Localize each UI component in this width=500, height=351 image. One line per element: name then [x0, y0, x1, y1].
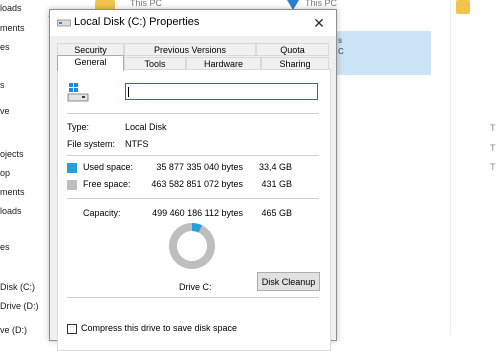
dialog-title: Local Disk (C:) Properties [74, 16, 200, 28]
tab-general[interactable]: General [57, 55, 124, 71]
drive-icon [57, 19, 71, 27]
tab-quota[interactable]: Quota [256, 43, 329, 56]
nav-item[interactable]: Drive (D:) [0, 301, 39, 311]
nav-item[interactable]: es [0, 242, 10, 252]
free-space-size: 431 GB [261, 179, 292, 189]
this-pc-label: This PC [130, 0, 163, 8]
capacity-label: Capacity: [83, 208, 121, 218]
free-space-swatch [67, 180, 77, 190]
disk-usage-donut [169, 223, 215, 269]
drive-label: Drive C: [179, 282, 212, 292]
column-text: T [490, 162, 496, 172]
selected-item-text: s [338, 36, 342, 45]
text-caret [128, 87, 129, 97]
used-space-label: Used space: [83, 162, 134, 172]
nav-item[interactable]: op [0, 168, 10, 178]
divider [67, 297, 319, 298]
drive-icon [67, 83, 89, 102]
nav-item[interactable]: ve (D:) [0, 325, 27, 335]
used-space-swatch [67, 163, 77, 173]
type-label: Type: [67, 122, 90, 132]
nav-item[interactable]: Disk (C:) [0, 282, 35, 292]
used-space-bytes: 35 877 335 040 bytes [156, 162, 243, 172]
capacity-bytes: 499 460 186 112 bytes [152, 208, 243, 218]
file-system-label: File system: [67, 139, 116, 149]
disk-cleanup-button[interactable]: Disk Cleanup [257, 272, 320, 291]
free-space-label: Free space: [83, 179, 131, 189]
file-system-value: NTFS [125, 139, 149, 149]
properties-dialog: Local Disk (C:) Properties ✕ Security Pr… [49, 9, 337, 351]
compress-label[interactable]: Compress this drive to save disk space [81, 323, 237, 333]
column-text: T [490, 123, 496, 133]
selected-item-text: C [338, 47, 344, 56]
nav-item[interactable]: ments [0, 187, 25, 197]
divider [67, 113, 319, 114]
free-space-ring [169, 223, 215, 269]
navigation-pane: loads ments es s ve ojects op ments load… [0, 0, 48, 335]
type-value: Local Disk [125, 122, 167, 132]
selected-item[interactable]: s C [336, 31, 431, 75]
column-text: T [490, 143, 496, 153]
divider [67, 198, 319, 199]
free-space-bytes: 463 582 851 072 bytes [151, 179, 243, 189]
nav-item[interactable]: ve [0, 106, 10, 116]
nav-item[interactable]: loads [0, 3, 22, 13]
title-bar[interactable]: Local Disk (C:) Properties ✕ [50, 10, 336, 36]
nav-item[interactable]: ments [0, 23, 25, 33]
divider [67, 155, 319, 156]
nav-item[interactable]: es [0, 42, 10, 52]
nav-item[interactable]: s [0, 80, 5, 90]
column-divider [450, 0, 451, 335]
tab-previous-versions[interactable]: Previous Versions [124, 43, 256, 56]
this-pc-label: This PC [305, 0, 338, 8]
compress-checkbox[interactable] [67, 324, 77, 334]
drive-name-input[interactable] [125, 83, 318, 100]
nav-item[interactable]: ojects [0, 149, 24, 159]
capacity-size: 465 GB [261, 208, 292, 218]
close-button[interactable]: ✕ [302, 10, 336, 36]
used-space-size: 33,4 GB [258, 162, 292, 172]
folder-icon [456, 0, 470, 14]
nav-item[interactable]: loads [0, 206, 22, 216]
